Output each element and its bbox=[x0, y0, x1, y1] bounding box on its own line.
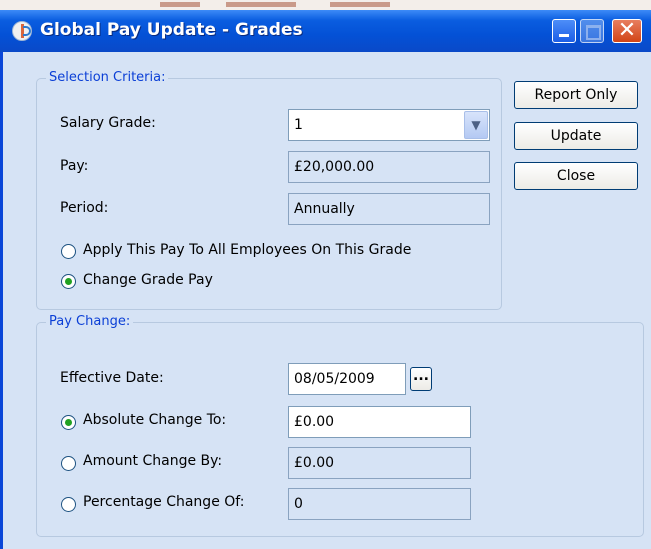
update-button[interactable]: Update bbox=[514, 122, 638, 150]
period-label: Period: bbox=[60, 200, 109, 216]
amount-change-radio[interactable] bbox=[61, 456, 76, 471]
selection-criteria-legend: Selection Criteria: bbox=[46, 70, 169, 85]
percentage-change-field: 0 bbox=[288, 488, 471, 520]
pay-change-group: Pay Change: Effective Date: 08/05/2009 .… bbox=[36, 314, 644, 537]
absolute-change-input[interactable]: £0.00 bbox=[288, 406, 471, 438]
report-only-button[interactable]: Report Only bbox=[514, 81, 638, 109]
dialog-window: Global Pay Update - Grades ✕ Selection C… bbox=[0, 10, 651, 549]
minimize-button[interactable] bbox=[552, 19, 576, 43]
dropdown-button[interactable]: ▼ bbox=[464, 111, 488, 139]
app-logo-icon[interactable] bbox=[12, 21, 32, 41]
salary-grade-value: 1 bbox=[294, 117, 303, 133]
maximize-button[interactable] bbox=[580, 19, 604, 43]
date-picker-button[interactable]: ... bbox=[410, 367, 432, 391]
close-window-button[interactable]: ✕ bbox=[612, 19, 642, 43]
pay-field: £20,000.00 bbox=[288, 151, 490, 183]
background-strip bbox=[0, 0, 651, 10]
background-mark bbox=[330, 2, 390, 7]
close-icon: ✕ bbox=[617, 18, 637, 43]
title-bar[interactable]: Global Pay Update - Grades ✕ bbox=[0, 10, 651, 52]
salary-grade-select[interactable]: 1 ▼ bbox=[288, 109, 490, 141]
effective-date-input[interactable]: 08/05/2009 bbox=[288, 363, 406, 395]
change-grade-pay-radio[interactable] bbox=[61, 274, 76, 289]
absolute-change-radio[interactable] bbox=[61, 415, 76, 430]
change-grade-pay-label[interactable]: Change Grade Pay bbox=[83, 272, 213, 288]
percentage-change-radio[interactable] bbox=[61, 497, 76, 512]
background-mark bbox=[160, 2, 200, 7]
amount-change-label[interactable]: Amount Change By: bbox=[83, 453, 222, 469]
selection-criteria-group: Selection Criteria: Salary Grade: 1 ▼ Pa… bbox=[36, 70, 502, 310]
absolute-change-label[interactable]: Absolute Change To: bbox=[83, 412, 226, 428]
background-mark bbox=[226, 2, 296, 7]
close-button[interactable]: Close bbox=[514, 162, 638, 190]
percentage-change-label[interactable]: Percentage Change Of: bbox=[83, 494, 244, 510]
pay-label: Pay: bbox=[60, 158, 89, 174]
apply-all-radio[interactable] bbox=[61, 244, 76, 259]
salary-grade-label: Salary Grade: bbox=[60, 115, 156, 131]
apply-all-label[interactable]: Apply This Pay To All Employees On This … bbox=[83, 242, 411, 258]
window-title: Global Pay Update - Grades bbox=[40, 20, 303, 40]
period-field: Annually bbox=[288, 193, 490, 225]
amount-change-field: £0.00 bbox=[288, 447, 471, 479]
chevron-down-icon: ▼ bbox=[471, 118, 481, 132]
effective-date-label: Effective Date: bbox=[60, 370, 164, 386]
pay-change-legend: Pay Change: bbox=[46, 314, 134, 329]
